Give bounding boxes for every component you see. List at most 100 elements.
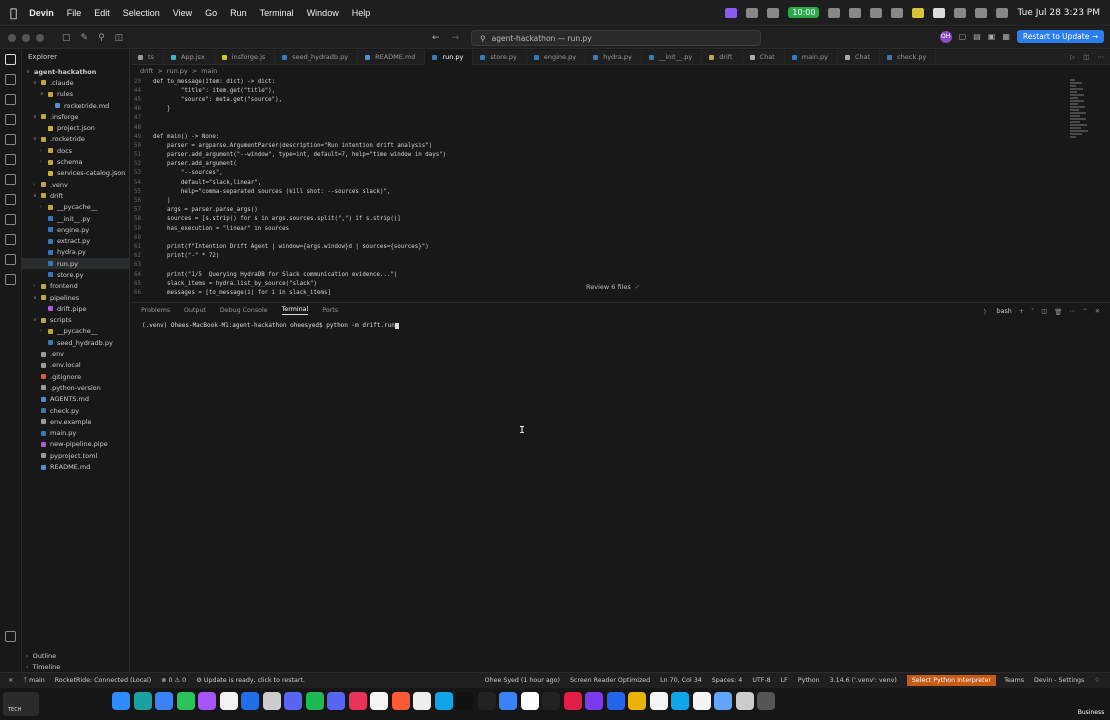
tree-file[interactable]: seed_hydradb.py — [22, 337, 129, 348]
tree-folder[interactable]: ∨ scripts — [22, 315, 129, 326]
edit-icon[interactable]: ✎ — [81, 33, 89, 43]
business-space-thumbnail[interactable]: Business — [1076, 692, 1106, 716]
breadcrumb-item[interactable]: run.py — [167, 67, 188, 75]
dock-app-icon[interactable] — [176, 692, 195, 710]
cursor-position[interactable]: Ln 70, Col 34 — [660, 677, 702, 684]
dock-app-icon[interactable] — [262, 692, 281, 710]
editor-tab[interactable]: Chat — [838, 49, 881, 65]
update-status[interactable]: ⚙ Update is ready, click to restart. — [196, 677, 305, 684]
tree-file[interactable]: project.json — [22, 122, 129, 133]
editor-tab[interactable]: drift — [702, 49, 743, 65]
review-files-button[interactable]: Review 6 files ✓ — [586, 283, 640, 291]
rocketride-status[interactable]: RocketRide: Connected (Local) — [55, 677, 151, 684]
tree-folder[interactable]: › .venv — [22, 179, 129, 190]
terminal-output[interactable]: (.venv) Ohees-MacBook-M1:agent-hackathon… — [142, 322, 399, 329]
dock-app-icon[interactable] — [348, 692, 367, 710]
settings-status[interactable]: Devin - Settings — [1034, 677, 1084, 684]
dock-app-icon[interactable] — [671, 692, 689, 710]
editor-tab[interactable]: App.jsx — [164, 49, 215, 65]
timeline-section[interactable]: › Timeline — [22, 661, 130, 672]
tree-file[interactable]: AGENTS.md — [22, 394, 129, 405]
battery-icon[interactable] — [912, 7, 925, 18]
dock-app-icon[interactable] — [112, 692, 130, 710]
tree-folder[interactable]: › __pycache__ — [22, 326, 129, 337]
dock-app-icon[interactable] — [327, 692, 345, 710]
add-terminal-icon[interactable]: + — [1019, 308, 1024, 315]
git-branch[interactable]: ᛉ main — [23, 677, 45, 684]
close-icon[interactable]: ✕ — [1095, 308, 1100, 315]
menu-run[interactable]: Run — [230, 8, 247, 18]
dock-app-icon[interactable] — [542, 692, 560, 710]
more-icon[interactable]: ⋯ — [1098, 53, 1105, 61]
menu-window[interactable]: Window — [307, 8, 339, 18]
tree-file[interactable]: pyproject.toml — [22, 450, 129, 461]
layout-panel-icon[interactable]: ▤ — [973, 32, 981, 41]
minimize-window-button[interactable] — [22, 33, 30, 42]
editor-tab[interactable]: insforge.js — [215, 49, 276, 65]
dock-app-icon[interactable] — [155, 692, 173, 710]
tree-folder[interactable]: › docs — [22, 145, 129, 156]
tree-folder[interactable]: ∨ agent-hackathon — [22, 66, 129, 77]
tray-headphones-icon[interactable] — [870, 7, 883, 18]
python-icon[interactable] — [5, 234, 16, 245]
run-icon[interactable]: ▷ — [1070, 53, 1075, 61]
tree-file[interactable]: check.py — [22, 405, 129, 416]
dock-app-icon[interactable] — [735, 692, 754, 710]
run-debug-icon[interactable] — [5, 114, 16, 125]
git-blame[interactable]: Ohee Syed (1 hour ago) — [485, 677, 560, 684]
panel-tab-ports[interactable]: Ports — [322, 307, 338, 314]
tree-file[interactable]: services-catalog.json — [22, 168, 129, 179]
tree-file[interactable]: .env.local — [22, 360, 129, 371]
account-icon[interactable] — [5, 631, 16, 642]
dock-app-icon[interactable] — [628, 692, 646, 710]
extensions-icon[interactable] — [5, 134, 16, 145]
editor-tab[interactable]: run.py — [425, 49, 474, 65]
split-terminal-icon[interactable]: ◫ — [1041, 308, 1047, 315]
dock-app-icon[interactable] — [692, 692, 711, 710]
breadcrumb-item[interactable]: main — [201, 67, 217, 75]
tree-folder[interactable]: › schema — [22, 156, 129, 167]
tree-file[interactable]: extract.py — [22, 235, 129, 246]
close-window-button[interactable] — [8, 33, 16, 42]
dock-app-icon[interactable] — [241, 692, 259, 710]
tree-file[interactable]: engine.py — [22, 224, 129, 235]
search-icon[interactable] — [5, 74, 16, 85]
menu-view[interactable]: View — [173, 8, 192, 18]
dock-app-icon[interactable] — [413, 692, 431, 710]
outline-section[interactable]: › Outline — [22, 650, 130, 661]
dock-app-icon[interactable] — [305, 692, 324, 710]
select-interpreter-button[interactable]: Select Python Interpreter — [906, 675, 997, 686]
tray-gear-icon[interactable] — [828, 7, 841, 18]
dock-app-icon[interactable] — [563, 692, 582, 710]
editor-tab[interactable]: engine.py — [527, 49, 587, 65]
back-arrow-icon[interactable]: ← — [432, 33, 440, 43]
editor-tab[interactable]: check.py — [880, 49, 937, 65]
menu-go[interactable]: Go — [205, 8, 217, 18]
desktop-space-thumbnail[interactable]: TECH — [3, 692, 39, 716]
remote-icon[interactable] — [5, 154, 16, 165]
dock-app-icon[interactable] — [284, 692, 302, 710]
tray-time-badge[interactable]: 10:00 — [788, 7, 820, 18]
app-menu-devin[interactable]: Devin — [29, 8, 54, 18]
panel-tab-debug-console[interactable]: Debug Console — [220, 307, 268, 314]
flask-icon[interactable] — [5, 214, 16, 225]
tree-file[interactable]: hydra.py — [22, 247, 129, 258]
editor-tab[interactable]: README.md — [358, 49, 426, 65]
split-editor-icon[interactable]: ◫ — [1083, 53, 1089, 61]
tree-file[interactable]: main.py — [22, 428, 129, 439]
dock-app-icon[interactable] — [434, 692, 453, 710]
tree-file[interactable]: drift.pipe — [22, 303, 129, 314]
remote-icon[interactable]: ⨯ — [8, 677, 13, 684]
tray-wifi-icon[interactable] — [767, 7, 780, 18]
dock-app-icon[interactable] — [606, 692, 625, 710]
screen-reader-status[interactable]: Screen Reader Optimized — [570, 677, 650, 684]
tree-file[interactable]: .env — [22, 348, 129, 359]
layout-icon[interactable]: ▢ — [959, 32, 967, 41]
menubar-clock[interactable]: Tue Jul 28 3:23 PM — [1017, 8, 1100, 18]
tray-app-icon[interactable] — [725, 7, 738, 18]
tree-file[interactable]: __init__.py — [22, 213, 129, 224]
tree-folder[interactable]: ∨ .rocketride — [22, 134, 129, 145]
tree-file[interactable]: env.example — [22, 416, 129, 427]
explorer-icon[interactable] — [5, 54, 16, 65]
code-editor[interactable]: 29 def to_message(item: dict) -> dict: 44 … — [131, 77, 1110, 302]
